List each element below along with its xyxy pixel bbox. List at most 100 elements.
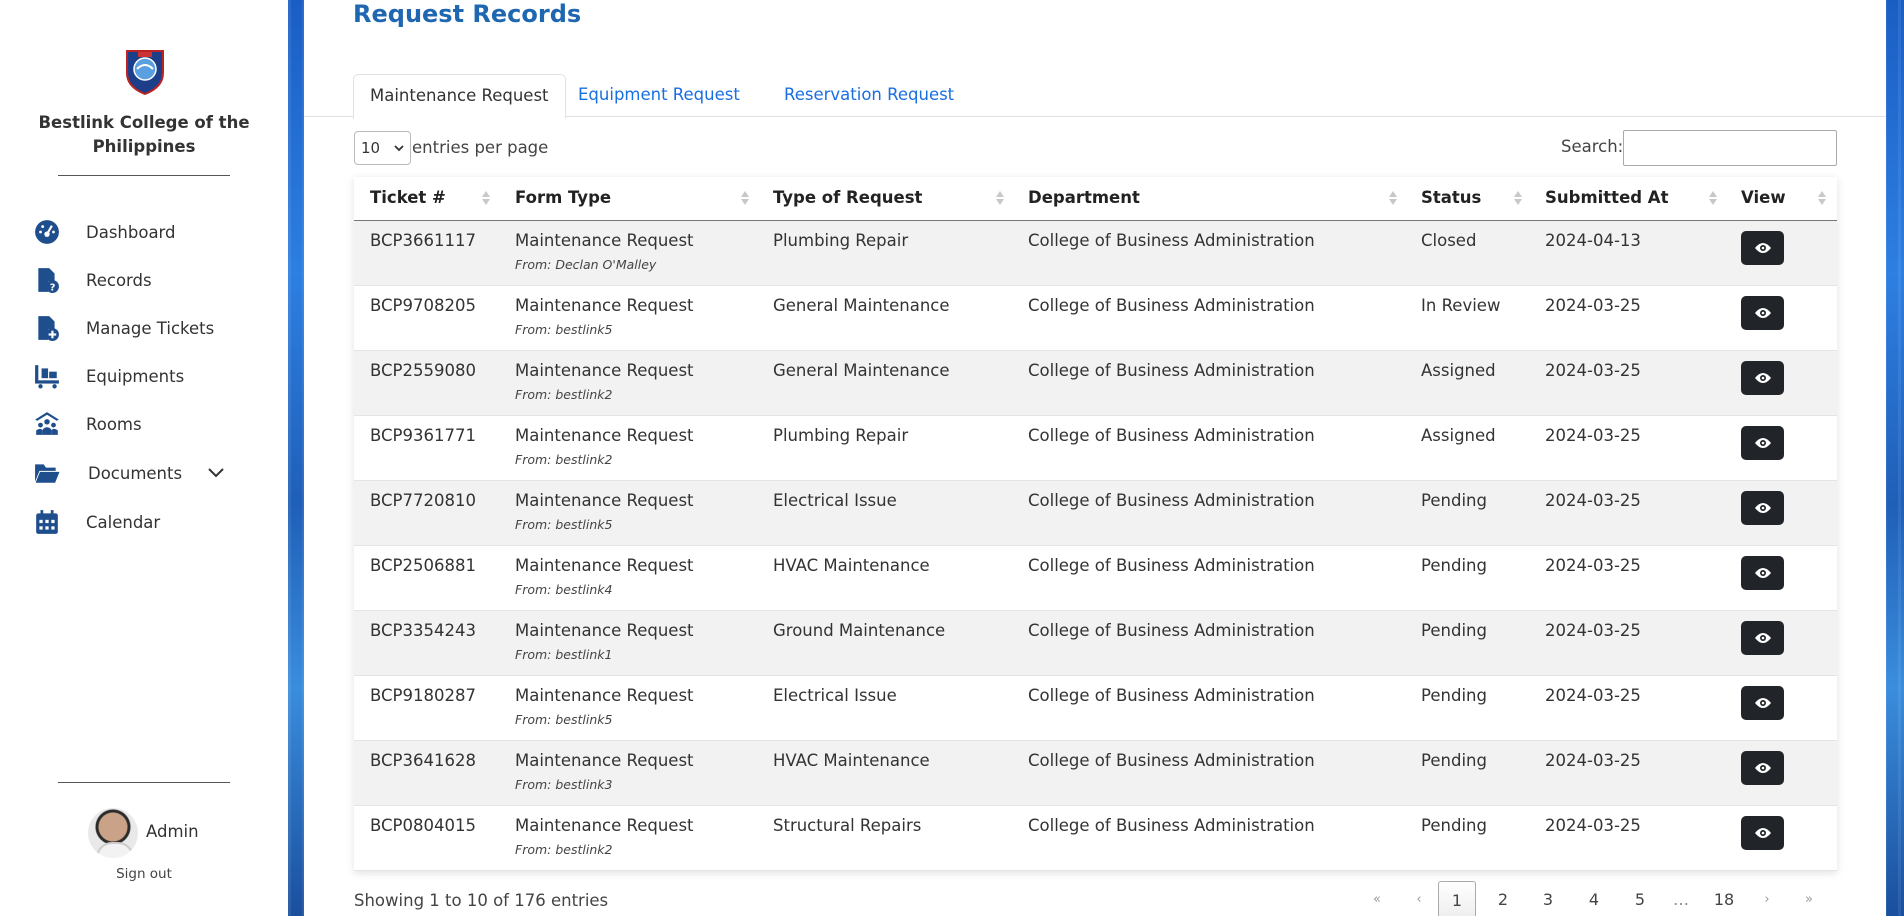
requester: From: bestlink5 <box>515 712 613 727</box>
form-type: Maintenance Request <box>515 491 694 510</box>
status: Pending <box>1421 556 1487 575</box>
eye-icon <box>1754 503 1771 513</box>
view-button[interactable] <box>1741 296 1784 330</box>
sidebar-item-label: Manage Tickets <box>86 318 215 338</box>
search-label: Search: <box>1561 137 1624 156</box>
sidebar-item-documents[interactable]: Documents <box>34 456 182 490</box>
status: Assigned <box>1421 361 1496 380</box>
eye-icon <box>1754 308 1771 318</box>
table-row: BCP2559080 Maintenance Request From: bestl… <box>354 351 1837 416</box>
column-header-ticket[interactable]: Ticket # <box>370 177 446 221</box>
page-button[interactable]: 18 <box>1707 881 1741 916</box>
table-header: Ticket # Form Type Type of Request Depar… <box>354 177 1837 221</box>
ticket-number: BCP3641628 <box>370 751 476 770</box>
page-button[interactable]: 3 <box>1533 881 1563 916</box>
sidebar-item-label: Dashboard <box>86 222 176 242</box>
view-button[interactable] <box>1741 556 1784 590</box>
sort-icon <box>996 189 1004 207</box>
sign-out-link[interactable]: Sign out <box>0 866 288 882</box>
sort-icon <box>741 189 749 207</box>
column-header-status[interactable]: Status <box>1421 177 1481 221</box>
sidebar-item-dashboard[interactable]: Dashboard <box>34 215 176 249</box>
column-header-submitted-at[interactable]: Submitted At <box>1545 177 1668 221</box>
college-name: Bestlink College of the Philippines <box>38 113 250 156</box>
eye-icon <box>1754 633 1771 643</box>
view-button[interactable] <box>1741 751 1784 785</box>
sidebar-item-records[interactable]: ? Records <box>34 263 152 297</box>
view-button[interactable] <box>1741 491 1784 525</box>
sidebar-item-equipments[interactable]: Equipments <box>34 359 184 393</box>
previous-page-button[interactable]: ‹ <box>1409 881 1429 916</box>
sidebar-item-label: Records <box>86 270 152 290</box>
column-header-department[interactable]: Department <box>1028 177 1140 221</box>
table-row: BCP9708205 Maintenance Request From: bestl… <box>354 286 1837 351</box>
request-type: Plumbing Repair <box>773 231 909 250</box>
table-row: BCP3661117 Maintenance Request From: Decla… <box>354 221 1837 286</box>
department: College of Business Administration <box>1028 751 1315 770</box>
view-button[interactable] <box>1741 686 1784 720</box>
chevron-down-icon[interactable] <box>206 462 226 484</box>
rooms-people-icon <box>35 412 59 435</box>
department: College of Business Administration <box>1028 621 1315 640</box>
tab-reservation-request[interactable]: Reservation Request <box>768 74 970 117</box>
form-type: Maintenance Request <box>515 426 694 445</box>
view-button[interactable] <box>1741 621 1784 655</box>
requester: From: Declan O'Malley <box>515 257 657 272</box>
request-type: General Maintenance <box>773 361 950 380</box>
sidebar-item-label: Calendar <box>86 512 161 532</box>
submitted-at: 2024-04-13 <box>1545 231 1641 250</box>
page-button[interactable]: 2 <box>1488 881 1518 916</box>
department: College of Business Administration <box>1028 231 1315 250</box>
request-tabs: Maintenance Request Equipment Request Re… <box>304 74 1886 119</box>
search-input[interactable] <box>1623 130 1837 166</box>
tab-maintenance-request[interactable]: Maintenance Request <box>353 74 566 119</box>
view-button[interactable] <box>1741 816 1784 850</box>
eye-icon <box>1754 698 1771 708</box>
department: College of Business Administration <box>1028 686 1315 705</box>
form-type: Maintenance Request <box>515 231 694 250</box>
form-type: Maintenance Request <box>515 556 694 575</box>
folder-icon <box>35 464 60 483</box>
last-page-button[interactable]: » <box>1799 881 1819 916</box>
status: Pending <box>1421 751 1487 770</box>
department: College of Business Administration <box>1028 426 1315 445</box>
sidebar-item-rooms[interactable]: Rooms <box>34 407 142 441</box>
user-name: Admin <box>146 822 199 841</box>
table-row: BCP7720810 Maintenance Request From: bestl… <box>354 481 1837 546</box>
records-table: Ticket # Form Type Type of Request Depar… <box>354 177 1837 871</box>
entries-per-page-label: entries per page <box>412 138 549 157</box>
page-button[interactable]: 5 <box>1625 881 1655 916</box>
column-header-form-type[interactable]: Form Type <box>515 177 611 221</box>
next-page-button[interactable]: › <box>1757 881 1777 916</box>
sort-icon <box>1709 189 1717 207</box>
view-button[interactable] <box>1741 231 1784 265</box>
request-type: Ground Maintenance <box>773 621 946 640</box>
view-button[interactable] <box>1741 361 1784 395</box>
page-button[interactable]: 1 <box>1438 881 1476 916</box>
status: Assigned <box>1421 426 1496 445</box>
form-type: Maintenance Request <box>515 361 694 380</box>
eye-icon <box>1754 763 1771 773</box>
entries-per-page-value: 10 <box>361 139 381 157</box>
chevron-down-icon <box>394 145 404 152</box>
sidebar-item-calendar[interactable]: Calendar <box>34 505 160 539</box>
entries-per-page-select[interactable]: 10 <box>354 131 411 165</box>
tab-equipment-request[interactable]: Equipment Request <box>562 74 756 117</box>
page-button[interactable]: 4 <box>1579 881 1609 916</box>
status: In Review <box>1421 296 1501 315</box>
records-icon: ? <box>38 268 59 293</box>
submitted-at: 2024-03-25 <box>1545 686 1641 705</box>
eye-icon <box>1754 568 1771 578</box>
ticket-number: BCP2506881 <box>370 556 476 575</box>
sort-icon <box>1818 189 1826 207</box>
sidebar-item-manage-tickets[interactable]: Manage Tickets <box>34 311 214 345</box>
request-type: Electrical Issue <box>773 491 897 510</box>
department: College of Business Administration <box>1028 556 1315 575</box>
column-header-type-of-request[interactable]: Type of Request <box>773 177 922 221</box>
first-page-button[interactable]: « <box>1367 881 1387 916</box>
college-logo <box>124 47 166 96</box>
form-type: Maintenance Request <box>515 816 694 835</box>
column-header-view[interactable]: View <box>1741 177 1786 221</box>
equipment-cart-icon <box>35 365 59 389</box>
view-button[interactable] <box>1741 426 1784 460</box>
